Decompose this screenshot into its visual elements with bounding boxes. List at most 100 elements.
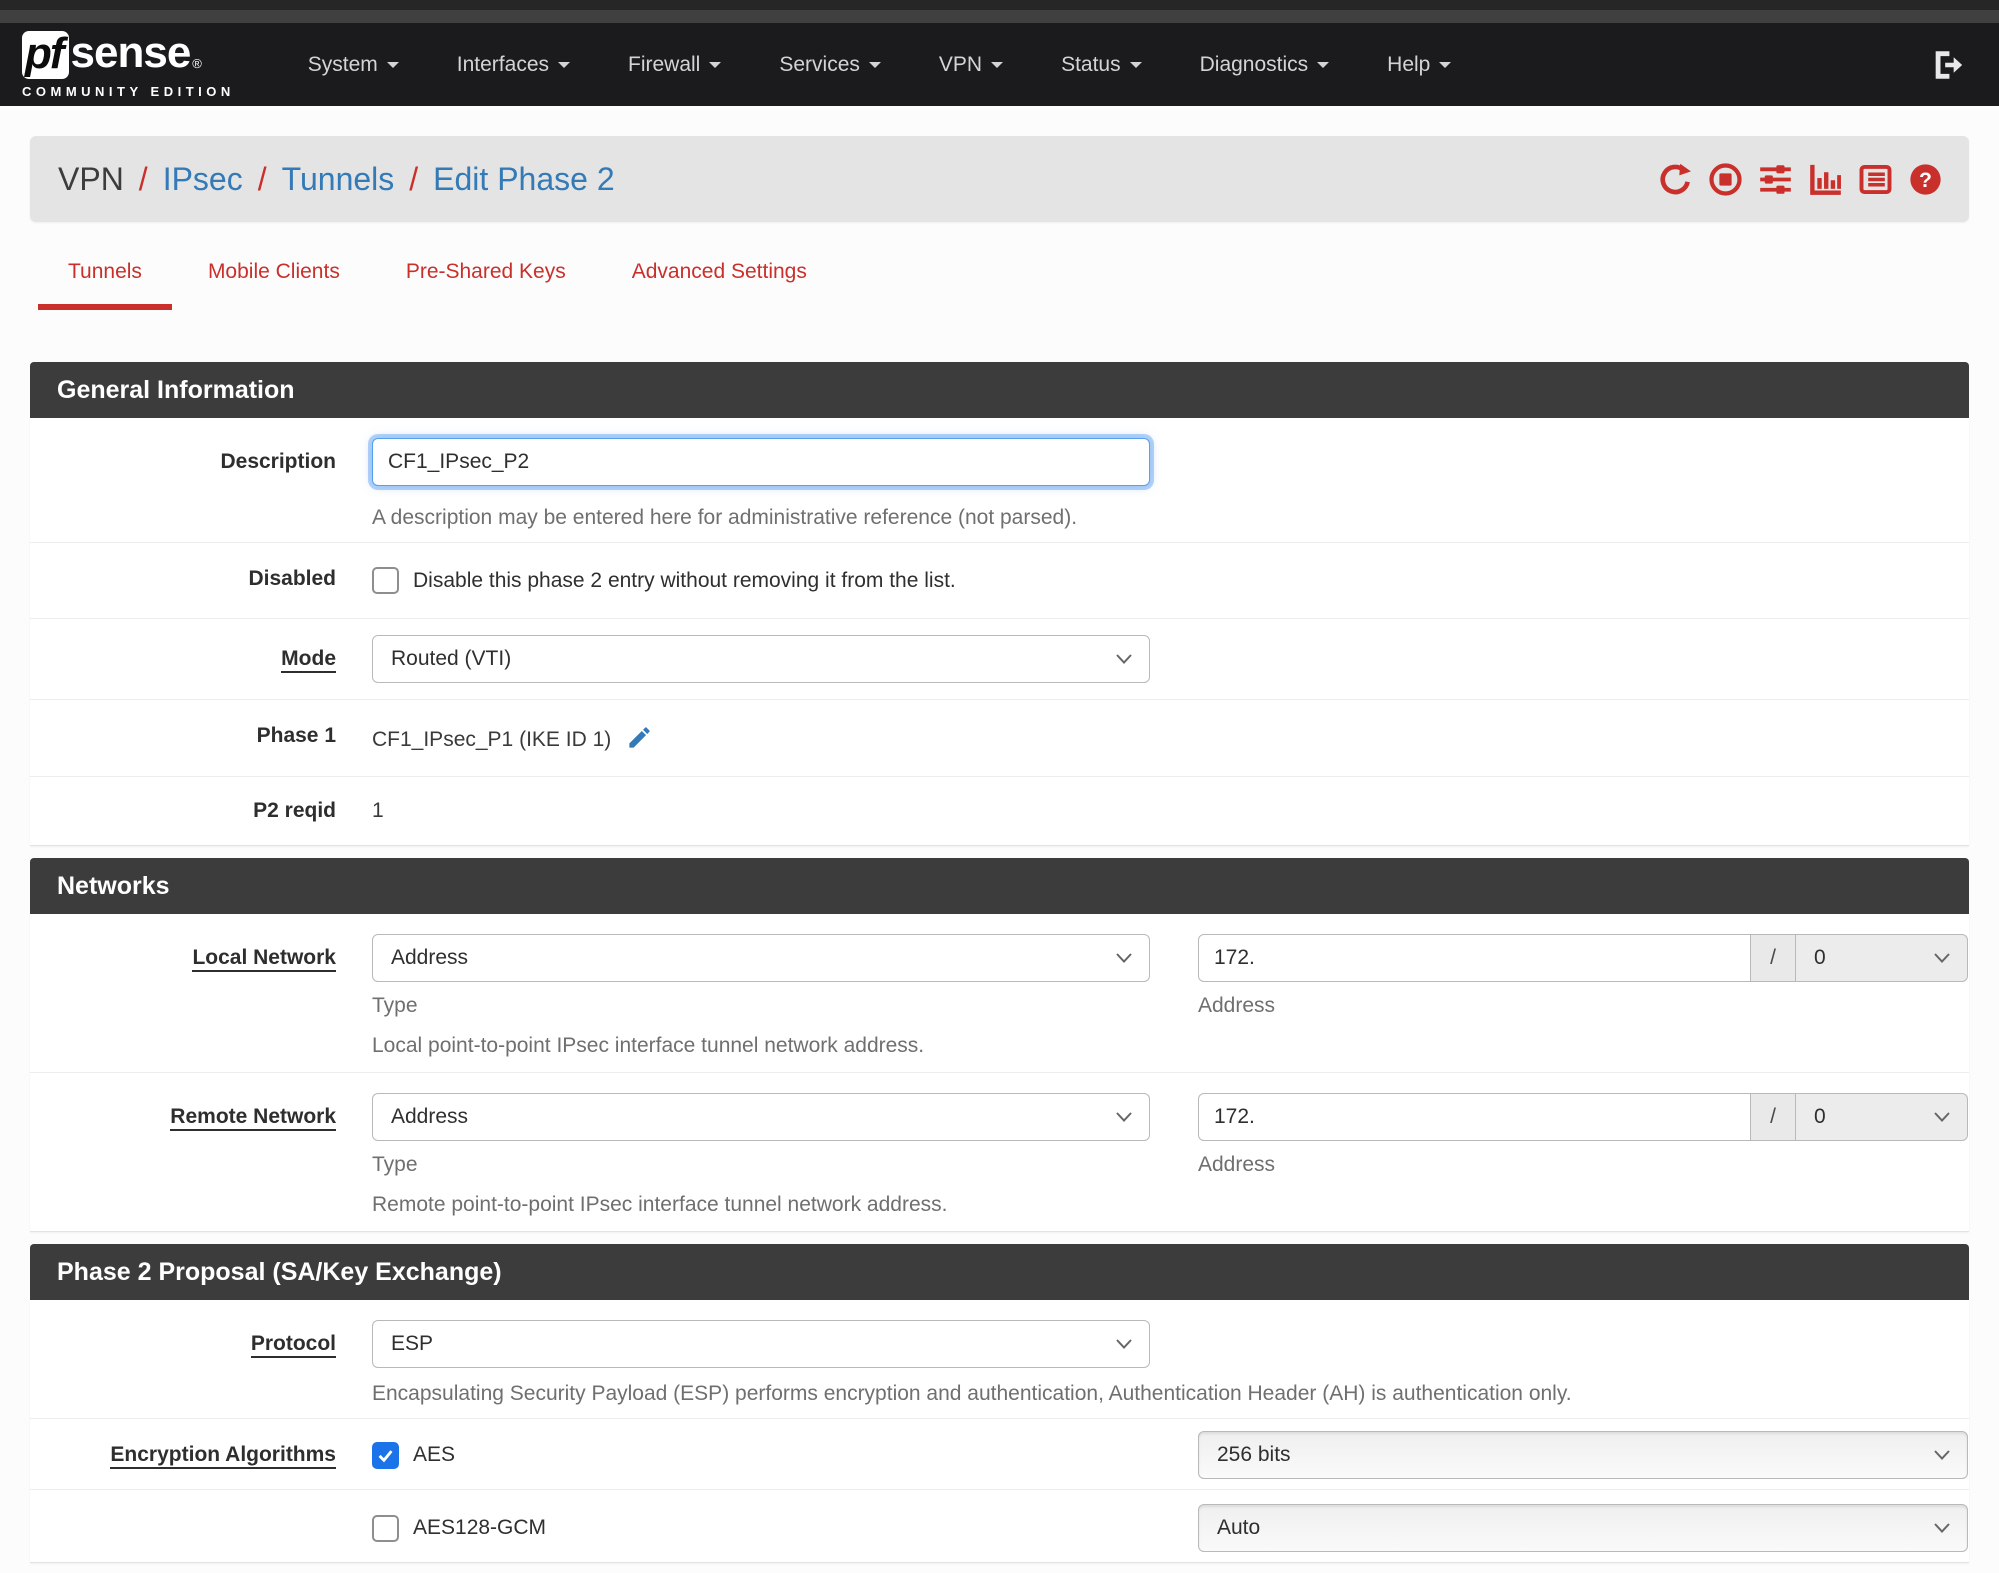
description-label: Description [220, 450, 336, 473]
description-row: Description A description may be entered… [30, 418, 1969, 543]
nav-item-status[interactable]: Status [1032, 23, 1171, 106]
remote-network-row: Remote Network Address Type 172. / 0 Add… [30, 1073, 1969, 1231]
nav-item-interfaces[interactable]: Interfaces [428, 23, 599, 106]
mode-row: Mode Routed (VTI) [30, 619, 1969, 700]
sliders-icon[interactable] [1758, 162, 1793, 197]
chevron-down-icon [868, 62, 881, 74]
disabled-checkbox-label: Disable this phase 2 entry without remov… [413, 568, 956, 592]
phase1-row: Phase 1 CF1_IPsec_P1 (IKE ID 1) [30, 700, 1969, 777]
refresh-icon[interactable] [1658, 162, 1693, 197]
sign-out-icon [1935, 50, 1963, 79]
chevron-down-icon [1129, 62, 1142, 74]
chevron-down-icon [1934, 1112, 1950, 1122]
chevron-down-icon [1116, 654, 1132, 664]
panel-phase2-proposal: Phase 2 Proposal (SA/Key Exchange) Proto… [30, 1244, 1969, 1563]
protocol-row: Protocol ESP Encapsulating Security Payl… [30, 1300, 1969, 1419]
log-list-icon[interactable] [1858, 162, 1893, 197]
remote-network-mask-select[interactable]: 0 [1796, 1093, 1968, 1141]
mask-separator: / [1751, 934, 1796, 982]
local-network-label: Local Network [192, 946, 336, 972]
protocol-help: Encapsulating Security Payload (ESP) per… [372, 1382, 1572, 1405]
chevron-down-icon [709, 62, 722, 74]
encryption-row-aes: Encryption Algorithms AES 256 bits [30, 1419, 1969, 1490]
panel-title: Phase 2 Proposal (SA/Key Exchange) [30, 1244, 1969, 1300]
breadcrumb-edit-phase-2[interactable]: Edit Phase 2 [433, 161, 614, 198]
mode-select[interactable]: Routed (VTI) [372, 635, 1150, 683]
local-network-address-input[interactable] [1198, 934, 1751, 982]
breadcrumb-separator: / [409, 160, 419, 197]
remote-network-address-input[interactable] [1198, 1093, 1751, 1141]
nav-item-help[interactable]: Help [1358, 23, 1480, 106]
breadcrumb: VPN / IPsec / Tunnels / Edit Phase 2 ? [30, 136, 1969, 222]
chevron-down-icon [1934, 1450, 1950, 1460]
nav-item-vpn[interactable]: VPN [910, 23, 1032, 106]
aes128-gcm-keylen-select[interactable]: Auto [1198, 1504, 1968, 1552]
help-icon[interactable]: ? [1908, 162, 1943, 197]
chevron-down-icon [1439, 62, 1452, 74]
chevron-down-icon [558, 62, 570, 74]
nav-item-system[interactable]: System [279, 23, 428, 106]
page-tabs: Tunnels Mobile Clients Pre-Shared Keys A… [30, 252, 1969, 310]
local-network-help: Local point-to-point IPsec interface tun… [372, 1034, 925, 1057]
tab-tunnels[interactable]: Tunnels [38, 252, 172, 310]
nav-item-services[interactable]: Services [750, 23, 910, 106]
tab-mobile-clients[interactable]: Mobile Clients [178, 252, 370, 310]
aes-checkbox[interactable] [372, 1441, 399, 1469]
breadcrumb-actions: ? [1658, 162, 1943, 197]
aes128-gcm-checkbox-label: AES128-GCM [413, 1516, 547, 1539]
logo-edition: COMMUNITY EDITION [22, 83, 235, 99]
breadcrumb-separator: / [138, 160, 148, 197]
chevron-down-icon [386, 62, 399, 74]
remote-network-type-select[interactable]: Address [372, 1093, 1150, 1141]
chevron-down-icon [1934, 953, 1950, 963]
tab-advanced-settings[interactable]: Advanced Settings [602, 252, 837, 310]
description-input[interactable] [372, 438, 1150, 486]
stop-icon[interactable] [1708, 162, 1743, 197]
disabled-checkbox[interactable] [372, 567, 399, 594]
pfsense-logo[interactable]: pf sense ® COMMUNITY EDITION [22, 30, 235, 99]
logo-registered-mark: ® [192, 55, 202, 71]
p2-reqid-label: P2 reqid [253, 799, 336, 822]
nav-item-diagnostics[interactable]: Diagnostics [1171, 23, 1359, 106]
browser-chrome-strip [0, 0, 1999, 10]
chevron-down-icon [1116, 1112, 1132, 1122]
panel-networks: Networks Local Network Address Type 172.… [30, 858, 1969, 1232]
nav-item-firewall[interactable]: Firewall [599, 23, 750, 106]
encryption-algorithms-label: Encryption Algorithms [110, 1443, 336, 1469]
breadcrumb-vpn: VPN [58, 160, 124, 197]
breadcrumb-separator: / [257, 160, 267, 197]
remote-network-type-sublabel: Type [372, 1153, 418, 1176]
breadcrumb-tunnels[interactable]: Tunnels [282, 161, 395, 198]
phase1-value: CF1_IPsec_P1 (IKE ID 1) [372, 728, 612, 751]
bar-chart-icon[interactable] [1808, 162, 1843, 197]
edit-pencil-icon[interactable] [626, 724, 653, 751]
tab-pre-shared-keys[interactable]: Pre-Shared Keys [376, 252, 596, 310]
browser-chrome-strip [0, 10, 1999, 23]
local-network-type-sublabel: Type [372, 994, 418, 1017]
protocol-select[interactable]: ESP [372, 1320, 1150, 1368]
remote-network-label: Remote Network [170, 1105, 336, 1131]
top-navbar: pf sense ® COMMUNITY EDITION System Interf… [0, 23, 1999, 106]
panel-title: General Information [30, 362, 1969, 418]
encryption-row-aes128gcm: AES128-GCM Auto [30, 1490, 1969, 1562]
description-help: A description may be entered here for ad… [372, 506, 1078, 529]
local-network-type-select[interactable]: Address [372, 934, 1150, 982]
logo-pf: pf [22, 30, 69, 79]
panel-title: Networks [30, 858, 1969, 914]
mode-label: Mode [281, 647, 336, 673]
aes128-gcm-checkbox[interactable] [372, 1514, 399, 1542]
protocol-label: Protocol [250, 1332, 336, 1358]
mask-separator: / [1751, 1093, 1796, 1141]
breadcrumb-ipsec[interactable]: IPsec [163, 161, 243, 198]
panel-general-information: General Information Description A descri… [30, 362, 1969, 846]
navbar-menu: System Interfaces Firewall Services VPN … [279, 23, 1931, 106]
disabled-row: Disabled Disable this phase 2 entry with… [30, 543, 1969, 619]
phase1-label: Phase 1 [256, 724, 336, 747]
p2-reqid-row: P2 reqid 1 [30, 777, 1969, 845]
svg-text:?: ? [1919, 168, 1932, 191]
chevron-down-icon [1317, 62, 1330, 74]
logout-button[interactable] [1931, 48, 1965, 82]
aes-keylen-select[interactable]: 256 bits [1198, 1431, 1968, 1479]
chevron-down-icon [991, 62, 1004, 74]
local-network-mask-select[interactable]: 0 [1796, 934, 1968, 982]
